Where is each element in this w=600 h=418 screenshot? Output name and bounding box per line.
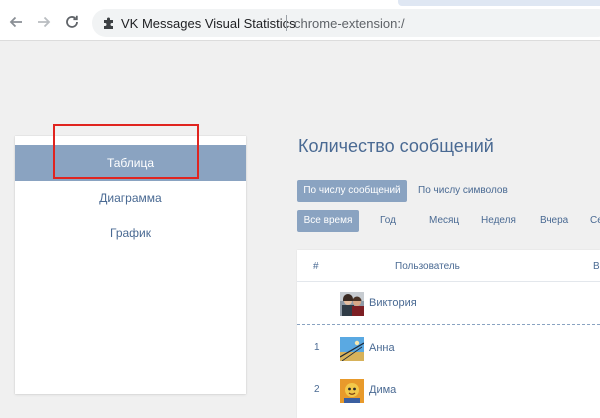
address-bar[interactable]: VK Messages Visual Statistics chrome-ext…	[92, 9, 600, 37]
url-divider	[286, 15, 287, 31]
period-year-button[interactable]: Год	[380, 210, 396, 232]
browser-toolbar: VK Messages Visual Statistics chrome-ext…	[0, 0, 600, 41]
user-name-link[interactable]: Дима	[369, 384, 396, 396]
period-yesterday-button[interactable]: Вчера	[540, 210, 568, 232]
user-name-link[interactable]: Виктория	[369, 297, 417, 309]
user-name-link[interactable]: Анна	[369, 342, 395, 354]
period-today-button[interactable]: Се	[590, 210, 600, 232]
count-by-messages-button[interactable]: По числу сообщений	[297, 180, 407, 202]
sidebar-item-label: Таблица	[106, 156, 155, 170]
reload-icon	[66, 15, 78, 28]
period-all-time-button[interactable]: Все время	[297, 210, 359, 232]
tab-strip-edge	[398, 0, 600, 6]
count-by-characters-button[interactable]: По числу символов	[418, 180, 508, 202]
page-title: Количество сообщений	[298, 136, 494, 156]
cartoon-character-avatar	[340, 379, 364, 403]
couple-photo-avatar	[340, 292, 364, 316]
page-name-label: VK Messages Visual Statistics	[121, 16, 296, 31]
reload-button[interactable]	[62, 12, 82, 32]
period-month-button[interactable]: Месяц	[429, 210, 459, 232]
sidebar-item-table[interactable]: Таблица	[15, 145, 246, 181]
forward-button[interactable]	[34, 12, 54, 32]
sidebar-menu: Таблица Диаграмма График	[15, 136, 246, 394]
avatar[interactable]	[340, 337, 364, 361]
back-button[interactable]	[6, 12, 26, 32]
sidebar-item-diagram[interactable]: Диаграмма	[15, 180, 246, 216]
table-row[interactable]: 1 Анна	[297, 328, 600, 370]
row-rank: 1	[314, 342, 320, 353]
table-row[interactable]: 2 Дима	[297, 370, 600, 412]
avatar[interactable]	[340, 292, 364, 316]
avatar[interactable]	[340, 379, 364, 403]
self-separator-line	[297, 324, 600, 325]
period-week-button[interactable]: Неделя	[481, 210, 516, 232]
column-header-all[interactable]: Во	[593, 261, 600, 272]
blue-sky-photo-avatar	[340, 337, 364, 361]
table-row[interactable]: Виктория	[297, 283, 600, 325]
stats-table: # Пользователь Во Виктория 1	[297, 250, 600, 418]
sidebar-item-label: График	[110, 226, 151, 240]
column-header-rank[interactable]: #	[313, 261, 319, 272]
puzzle-piece-icon	[104, 17, 113, 29]
sidebar-item-graph[interactable]: График	[15, 215, 246, 251]
arrow-right-icon	[38, 16, 51, 28]
url-text[interactable]: chrome-extension:/	[294, 16, 405, 31]
sidebar-item-label: Диаграмма	[99, 191, 162, 205]
header-divider	[297, 281, 600, 282]
column-header-user[interactable]: Пользователь	[395, 261, 460, 272]
arrow-left-icon	[9, 16, 22, 28]
row-rank: 2	[314, 384, 320, 395]
